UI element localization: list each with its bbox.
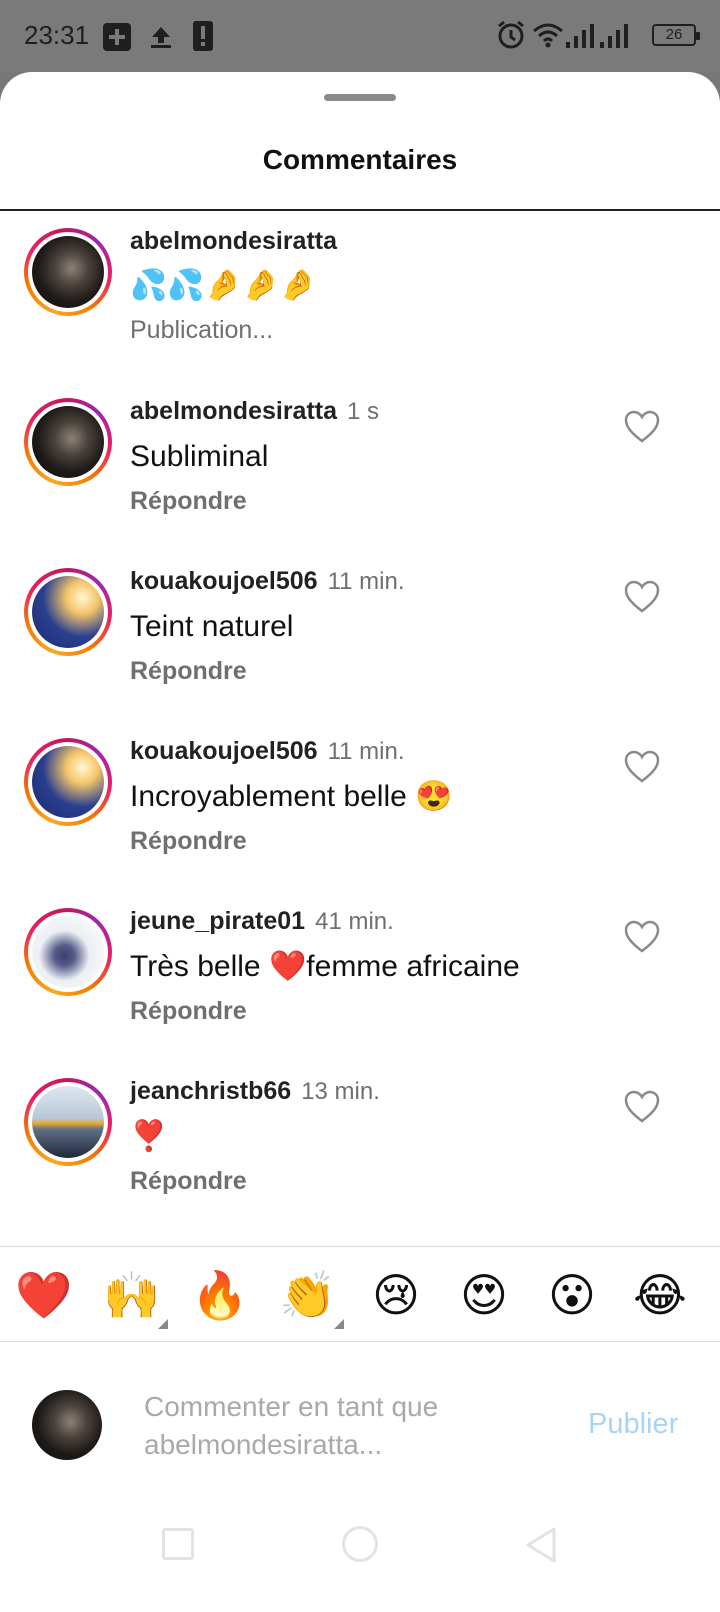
- comment-username[interactable]: jeune_pirate01: [130, 907, 305, 935]
- wifi-icon: [532, 22, 564, 53]
- comment-input[interactable]: Commenter en tant que abelmondesiratta..…: [144, 1388, 544, 1464]
- avatar[interactable]: [24, 738, 112, 826]
- skin-tone-indicator: [334, 1319, 344, 1329]
- drag-handle[interactable]: [324, 94, 396, 101]
- emoji-raising-hands[interactable]: 🙌: [102, 1267, 168, 1329]
- recents-button[interactable]: [162, 1528, 194, 1560]
- comment-username[interactable]: abelmondesiratta: [130, 227, 337, 255]
- caption-meta: Publication...: [130, 316, 274, 344]
- comment-text: ❣️: [130, 1120, 168, 1153]
- add-box-icon: [102, 22, 132, 57]
- comment-username[interactable]: jeanchristb66: [130, 1077, 291, 1105]
- comment-composer: Commenter en tant que abelmondesiratta..…: [0, 1342, 720, 1492]
- comment-item: jeune_pirate01 41 min. Très belle ❤️femme…: [0, 902, 720, 1072]
- system-nav-bar: [0, 1492, 720, 1612]
- avatar[interactable]: [24, 1078, 112, 1166]
- alarm-icon: [496, 20, 526, 55]
- upload-icon: [148, 24, 174, 55]
- post-caption: abelmondesiratta 💦💦🤌🤌🤌 Publication...: [0, 222, 720, 392]
- skin-tone-indicator: [158, 1319, 168, 1329]
- comment-username[interactable]: kouakoujoel506: [130, 567, 318, 595]
- emoji-heart-eyes[interactable]: 😍: [454, 1267, 514, 1323]
- battery-icon: 26: [652, 24, 700, 46]
- status-bar: 23:31 26: [0, 0, 720, 72]
- reply-button[interactable]: Répondre: [130, 827, 610, 856]
- comment-time: 11 min.: [327, 568, 405, 595]
- status-time: 23:31: [24, 20, 90, 50]
- emoji-clapping-label: 👏: [279, 1268, 337, 1322]
- signal-icon: [600, 24, 630, 53]
- comment-text: Incroyablement belle 😍: [130, 780, 453, 813]
- reply-button[interactable]: Répondre: [130, 487, 610, 516]
- comment-time: 13 min.: [301, 1078, 380, 1105]
- comment-text: Teint naturel: [130, 610, 294, 643]
- comment-text: Très belle ❤️femme africaine: [130, 950, 520, 983]
- current-user-avatar: [32, 1390, 102, 1460]
- reply-button[interactable]: Répondre: [130, 657, 610, 686]
- caption-text: 💦💦🤌🤌🤌: [130, 269, 317, 302]
- phone-sim-icon: [192, 20, 214, 57]
- emoji-crying-face[interactable]: 😢: [366, 1267, 426, 1323]
- sheet-title: Commentaires: [262, 144, 458, 175]
- comment-item: kouakoujoel506 11 min. Incroyablement bel…: [0, 732, 720, 902]
- comment-username[interactable]: abelmondesiratta: [130, 397, 337, 425]
- emoji-surprised-face[interactable]: 😮: [542, 1267, 602, 1323]
- signal-icon: [566, 24, 596, 53]
- comment-time: 11 min.: [327, 738, 405, 765]
- comment-item: kouakoujoel506 11 min. Teint naturel Répo…: [0, 562, 720, 732]
- reply-button[interactable]: Répondre: [130, 997, 610, 1026]
- heart-icon[interactable]: [624, 580, 660, 614]
- quick-reaction-bar: ❤️ 🙌 🔥 👏 😢 😍 😮 😂: [0, 1246, 720, 1342]
- comment-time: 41 min.: [315, 908, 394, 935]
- home-button[interactable]: [342, 1526, 378, 1562]
- avatar[interactable]: [24, 568, 112, 656]
- publish-button[interactable]: Publier: [588, 1408, 678, 1441]
- emoji-raising-hands-label: 🙌: [103, 1268, 161, 1322]
- comment-text: Subliminal: [130, 440, 269, 473]
- heart-icon[interactable]: [624, 750, 660, 784]
- emoji-red-heart[interactable]: ❤️: [14, 1267, 74, 1323]
- title-divider: [0, 209, 720, 211]
- reply-button[interactable]: Répondre: [130, 1167, 610, 1196]
- avatar[interactable]: [24, 398, 112, 486]
- back-icon[interactable]: [524, 1526, 558, 1569]
- heart-icon[interactable]: [624, 1090, 660, 1124]
- emoji-clapping[interactable]: 👏: [278, 1267, 344, 1329]
- heart-icon[interactable]: [624, 410, 660, 444]
- comment-username[interactable]: kouakoujoel506: [130, 737, 318, 765]
- emoji-tears-of-joy[interactable]: 😂: [630, 1267, 690, 1323]
- comment-item: jeanchristb66 13 min. ❣️ Répondre: [0, 1072, 720, 1242]
- heart-icon[interactable]: [624, 920, 660, 954]
- comment-time: 1 s: [347, 398, 380, 425]
- emoji-fire[interactable]: 🔥: [190, 1267, 250, 1323]
- comment-item: abelmondesiratta 1 s Subliminal Répondre: [0, 392, 720, 562]
- avatar[interactable]: [24, 228, 112, 316]
- comments-sheet: Commentaires abelmondesiratta 💦💦🤌🤌🤌 Publ…: [0, 72, 720, 1612]
- avatar[interactable]: [24, 908, 112, 996]
